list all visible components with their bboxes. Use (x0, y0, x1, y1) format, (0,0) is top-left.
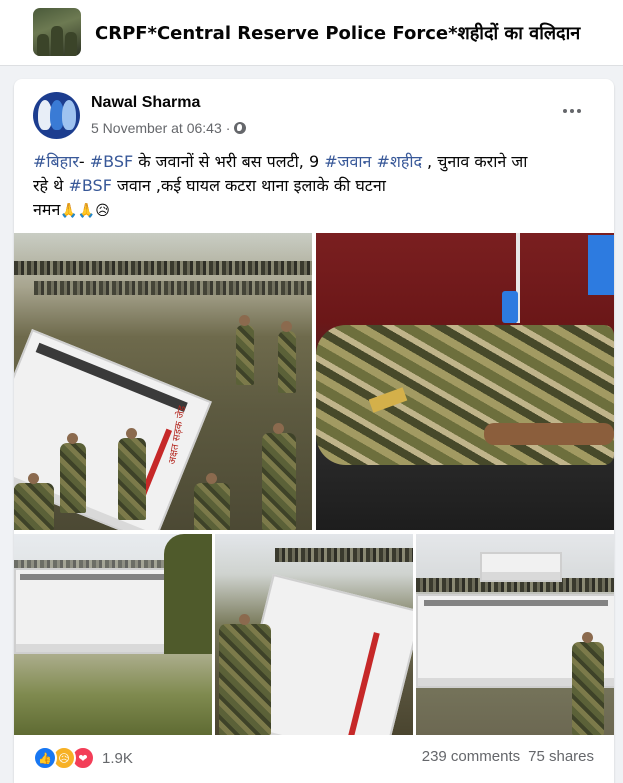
emoji-group: 🙏🙏😥 (60, 203, 110, 219)
text-fragment: रहे थे (33, 176, 69, 195)
globe-icon (234, 122, 247, 134)
arm-figure (484, 423, 614, 445)
hashtag-bihar[interactable]: #बिहार (33, 152, 79, 171)
soldier-figure (262, 423, 296, 530)
text-fragment: जवान ,कई घायल कटरा थाना इलाके की घटना (111, 176, 386, 195)
soldier-figure (219, 614, 271, 735)
bus-figure (480, 552, 562, 582)
bus-side-field-photo[interactable] (14, 534, 212, 735)
author-name[interactable]: Nawal Sharma (91, 94, 200, 112)
group-header: CRPF*Central Reserve Police Force*शहीदों… (0, 0, 623, 66)
group-avatar[interactable] (33, 8, 81, 56)
author-avatar[interactable] (33, 92, 80, 139)
reaction-count[interactable]: 1.9K (102, 750, 133, 767)
crowd-figure (34, 281, 312, 295)
iv-bottle-cap (502, 291, 518, 323)
shares-count[interactable]: 75 shares (528, 748, 594, 765)
post-meta: 5 November at 06:43 · (91, 120, 247, 136)
soldier-figure (118, 428, 146, 520)
comments-count[interactable]: 239 comments (422, 748, 520, 765)
soldier-figure (572, 632, 604, 735)
crowd-figure (275, 548, 413, 562)
more-dot-icon (577, 109, 581, 113)
text-fragment: नमन (33, 200, 61, 219)
text-fragment: , चुनाव कराने जा (421, 152, 528, 171)
more-options-button[interactable] (554, 101, 590, 121)
post-timestamp[interactable]: 5 November at 06:43 (91, 120, 222, 136)
post-text-line-1: #बिहार- #BSF के जवानों से भरी बस पलटी, 9… (33, 150, 598, 174)
tree-figure (164, 534, 212, 654)
soldier-figure (236, 315, 254, 385)
soldier-figure (194, 473, 230, 530)
injured-jawan-hospital-photo[interactable] (316, 233, 614, 530)
soldier-figure (60, 433, 86, 513)
crowd-figure (14, 261, 312, 275)
overturned-bus-crowd-photo[interactable]: अक्षत सड़क जेड (14, 233, 312, 530)
like-icon: 👍 (33, 746, 57, 770)
more-dot-icon (563, 109, 567, 113)
reactions-summary[interactable]: 👍 😥 ❤ 1.9K (33, 746, 133, 770)
hashtag-jawan[interactable]: #जवान (324, 152, 371, 171)
post-card: Nawal Sharma 5 November at 06:43 · #बिहा… (14, 79, 614, 783)
soldier-figure (14, 473, 54, 530)
meta-separator: · (225, 120, 231, 136)
group-title[interactable]: CRPF*Central Reserve Police Force*शहीदों… (95, 21, 580, 45)
soldier-figure (278, 321, 296, 393)
curtain-strip (588, 235, 614, 295)
post-text-line-3: नमन🙏🙏😥 (33, 198, 598, 223)
more-dot-icon (570, 109, 574, 113)
hashtag-bsf-2[interactable]: #BSF (68, 176, 111, 195)
bus-field-soldier-phone-photo[interactable] (416, 534, 614, 735)
hashtag-bsf[interactable]: #BSF (90, 152, 133, 171)
post-text-line-2: रहे थे #BSF जवान ,कई घायल कटरा थाना इलाक… (33, 174, 598, 198)
text-fragment: के जवानों से भरी बस पलटी, 9 (133, 152, 325, 171)
hashtag-shaheed[interactable]: #शहीद (377, 152, 422, 171)
bus-roof-soldiers-photo[interactable] (215, 534, 413, 735)
text-fragment: - (78, 152, 90, 171)
post-stats: 239 comments 75 shares (422, 748, 594, 765)
post-text: #बिहार- #BSF के जवानों से भरी बस पलटी, 9… (33, 150, 598, 223)
photo-grid: अक्षत सड़क जेड (14, 233, 614, 735)
